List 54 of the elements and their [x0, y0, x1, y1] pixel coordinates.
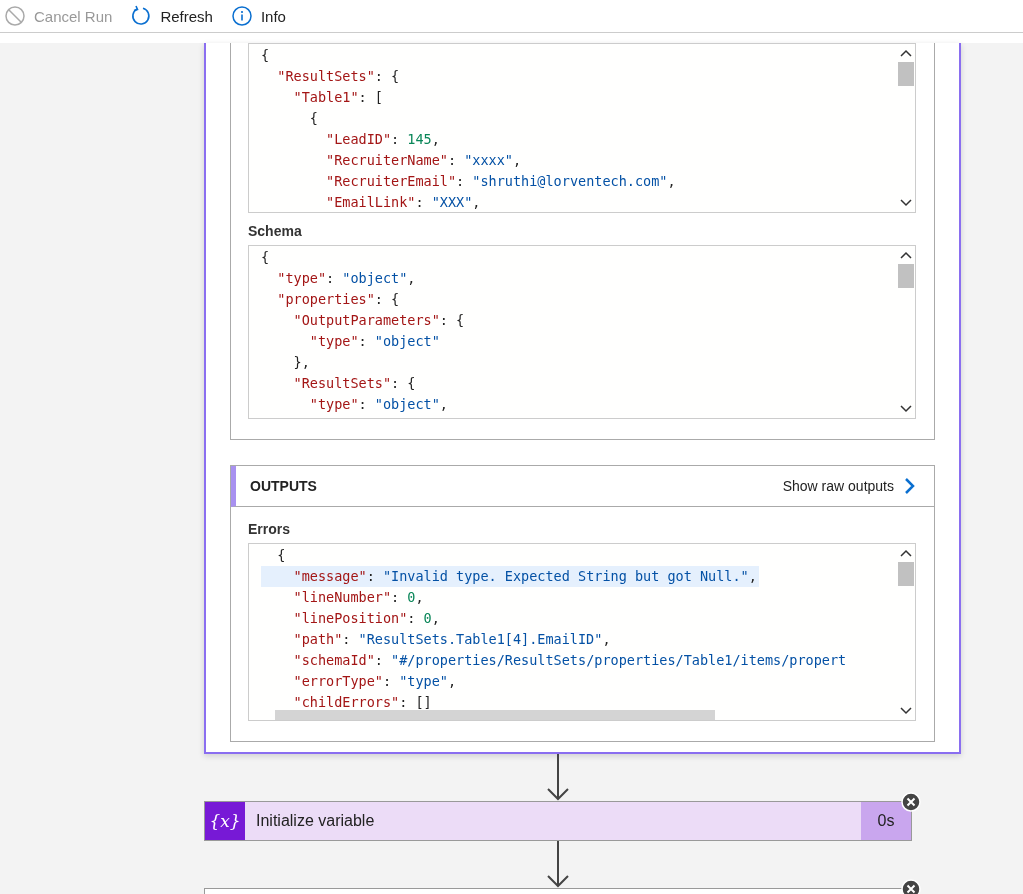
chevron-down-icon[interactable]: [899, 706, 913, 716]
code-line: {: [261, 248, 271, 267]
code-line: "linePosition": 0,: [292, 609, 441, 628]
code-line: "Table1": [: [292, 88, 384, 107]
code-line: "properties": {: [276, 290, 401, 309]
code-line: "errorType": "type",: [292, 672, 458, 691]
code-line: "schemaId": "#/properties/ResultSets/properties/Table1/items/propert: [292, 651, 848, 670]
outputs-title: OUTPUTS: [250, 478, 317, 494]
show-raw-outputs-link[interactable]: Show raw outputs: [782, 477, 916, 495]
step-duration: 0s: [861, 802, 911, 840]
scrollbar-thumb[interactable]: [898, 62, 914, 86]
connector-arrow: [545, 841, 571, 888]
code-line: {: [276, 546, 287, 565]
code-line: "type": "object": [308, 332, 441, 351]
chevron-down-icon[interactable]: [899, 198, 913, 208]
chevron-down-icon[interactable]: [899, 404, 913, 414]
code-line: "path": "ResultSets.Table1[4].EmailID",: [292, 630, 612, 649]
initialize-variable-step[interactable]: {x} Initialize variable 0s: [204, 801, 912, 841]
close-icon[interactable]: [901, 792, 921, 812]
code-line: "LeadID": 145,: [325, 130, 441, 149]
code-line: "ResultSets": {: [292, 374, 417, 393]
variable-icon: {x}: [205, 802, 245, 840]
code-line: {: [261, 46, 271, 65]
code-line: "OutputParameters": {: [292, 311, 466, 330]
connector-arrow: [545, 754, 571, 801]
info-icon: [230, 5, 253, 27]
horizontal-scrollbar-thumb[interactable]: [275, 710, 715, 720]
chevron-up-icon[interactable]: [899, 548, 913, 558]
errors-label: Errors: [248, 521, 292, 537]
refresh-icon: [130, 5, 153, 27]
schema-code-box[interactable]: { "type": "object", "properties": { "OutputParameters": { "type": "object" }, "ResultSets": { "type": "object",: [248, 245, 916, 419]
code-line: "lineNumber": 0,: [292, 588, 425, 607]
errors-code-box[interactable]: [248, 543, 916, 721]
step-title: Initialize variable: [255, 812, 376, 830]
code-line: "childErrors": []: [292, 693, 433, 712]
chevron-right-icon: [904, 477, 916, 495]
chevron-up-icon[interactable]: [899, 48, 913, 58]
schema-label: Schema: [248, 223, 303, 239]
scrollbar-thumb[interactable]: [898, 264, 914, 288]
prohibited-icon: [4, 5, 26, 27]
close-icon[interactable]: [901, 879, 921, 894]
refresh-button[interactable]: Refresh: [130, 5, 213, 27]
code-line: {: [308, 109, 319, 128]
code-line: "RecruiterName": "xxxx",: [325, 151, 523, 170]
info-button[interactable]: Info: [230, 5, 286, 27]
chevron-up-icon[interactable]: [899, 250, 913, 260]
body-code-box[interactable]: { "ResultSets": { "Table1": [ { "LeadID": 145, "RecruiterName": "xxxx", "RecruiterEmail": "shruthi@lorventech.com", "EmailLink": "XXX",: [248, 43, 916, 213]
code-line: "type": "object",: [276, 269, 417, 288]
code-line: "EmailLink": "XXX",: [325, 193, 482, 212]
code-line: "ResultSets": {: [276, 67, 401, 86]
scrollbar-thumb[interactable]: [898, 562, 914, 586]
code-line: "type": "object",: [308, 395, 449, 414]
code-line: "RecruiterEmail": "shruthi@lorventech.com",: [325, 172, 677, 191]
code-line: },: [292, 353, 311, 372]
